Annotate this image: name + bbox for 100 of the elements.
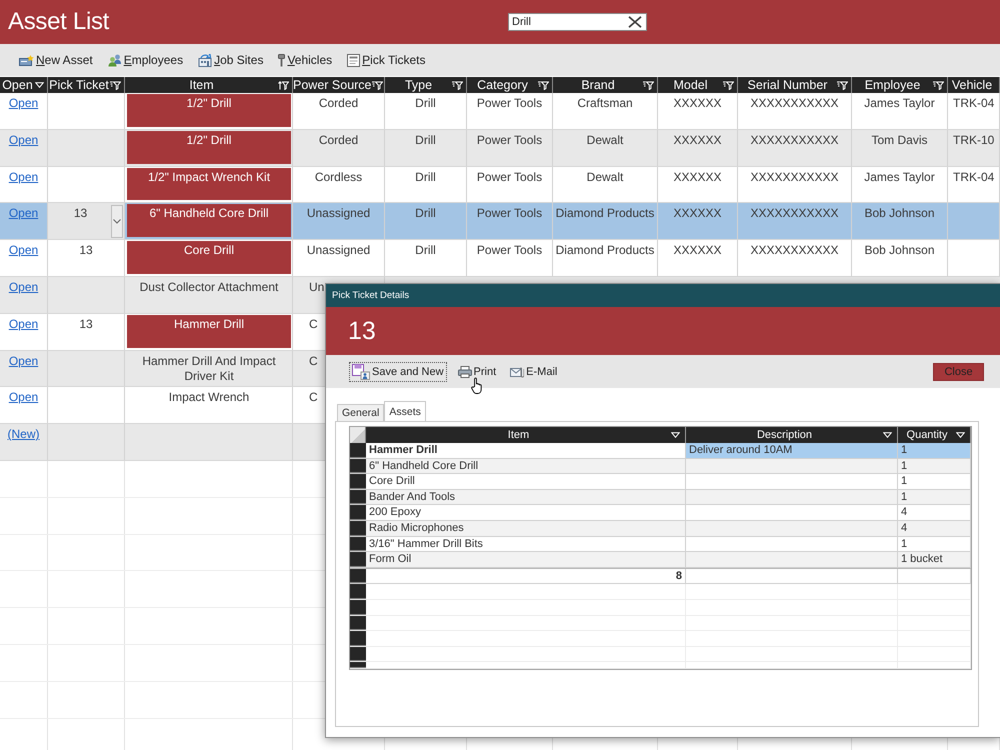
table-cell: 1 [898,490,971,504]
table-row[interactable]: Open 1/2" Drill Corded Drill Power Tools Craftsman XXXXXX XXXXXXXXXXX James Taylor TRK-04 [0,93,1000,130]
toolbar-button[interactable]: Pick Tickets [347,53,426,67]
table-row[interactable]: Open 13 6" Handheld Core Drill Unassigned Drill Power Tools Diamond Products XXXXXX XXXXXXXXXXX Bob Johnson [0,203,1000,240]
table-row[interactable]: Open 13 Core Drill Unassigned Drill Power Tools Diamond Products XXXXXX XXXXXXXXXXX Bob Johnson [0,240,1000,277]
table-cell: XXXXXXXXXXX [738,166,852,202]
item-cell: 1/2" Drill [127,94,291,127]
row-selector[interactable] [350,646,366,662]
table-cell: XXXXXX [658,130,738,166]
toolbar-button[interactable]: Vehicles [278,53,332,67]
action-button[interactable]: E-Mail [507,362,560,382]
action-button[interactable]: Print [454,362,500,382]
table-cell: Power Tools [467,240,553,276]
table-cell: Bob Johnson [852,203,948,240]
action-button[interactable]: Save and New [349,362,447,382]
grid-row[interactable]: Bander And Tools 1 [350,490,971,506]
table-cell: 1 [898,458,971,474]
floppy-disk-icon [352,364,370,380]
table-cell: 1 [898,474,971,489]
table-cell: XXXXXXXXXXX [738,130,852,166]
table-cell: TRK-10 [948,130,1000,166]
toolbar-button[interactable]: Job Sites [198,53,264,67]
table-cell: XXXXXXXXXXX [738,203,852,240]
table-cell: Drill [385,93,467,129]
item-cell: 1/2" Drill [127,130,291,164]
table-cell: 6" Handheld Core Drill [366,458,686,474]
toolbar-button[interactable]: Employees [108,53,184,67]
item-cell-text: Dust Collector Attachment [138,278,280,296]
building-icon [198,54,212,66]
table-cell: Dewalt [553,166,658,202]
dropdown-button[interactable] [111,205,123,238]
table-cell: Power Tools [467,130,553,166]
tab[interactable]: Assets [384,401,426,421]
people-icon [108,54,122,66]
grid-row[interactable]: Hammer Drill Deliver around 10AM 1 [350,443,971,459]
grid-row[interactable]: Form Oil 1 bucket [350,552,971,568]
select-all-corner[interactable] [350,427,366,443]
table-cell: Corded [293,93,385,129]
table-cell: XXXXXX [658,166,738,202]
record-link[interactable]: Open [8,390,38,404]
record-heading: 13 [348,316,376,346]
grid-row[interactable]: 3/16" Hammer Drill Bits 1 [350,536,971,552]
row-selector[interactable] [350,600,366,615]
card-icon [19,54,34,66]
table-cell: Cordless [293,166,385,202]
page-title: Asset List [8,8,110,36]
table-cell: Diamond Products [553,240,658,276]
table-cell: 4 [898,520,971,536]
dropdown-arrow-icon [671,432,680,438]
grid-row[interactable]: 6" Handheld Core Drill 1 [350,458,971,474]
search-field[interactable]: Drill [508,13,647,31]
table-row[interactable]: Open 1/2" Impact Wrench Kit Cordless Drill Power Tools Dewalt XXXXXX XXXXXXXXXXX James Taylor TRK-04 [0,166,1000,204]
table-cell: Form Oil [366,552,686,567]
table-cell: C [309,316,318,331]
table-cell: XXXXXX [658,203,738,240]
table-cell: Power Tools [467,203,553,240]
table-cell: 4 [898,505,971,520]
row-selector[interactable] [350,536,366,552]
table-cell: Unassigned [293,240,385,276]
record-link[interactable]: Open [8,354,38,368]
table-cell: XXXXXXXXXXX [738,240,852,276]
record-link[interactable]: Open [8,132,38,147]
dropdown-arrow-icon [883,432,892,438]
grid-row[interactable]: Core Drill 1 [350,474,971,490]
table-cell: Tom Davis [852,130,948,166]
table-cell: Bob Johnson [852,240,948,276]
row-selector[interactable] [350,520,366,536]
close-icon[interactable] [628,16,642,28]
grid-row[interactable]: Radio Microphones 4 [350,520,971,537]
row-selector[interactable] [350,458,366,474]
pin-icon [278,54,286,66]
grid-row[interactable]: 200 Epoxy 4 [350,505,971,521]
record-link[interactable]: (New) [8,427,40,442]
table-cell: Drill [385,130,467,166]
dialog-title: Pick Ticket Details [332,290,410,301]
record-link[interactable]: Open [8,170,38,184]
tab[interactable]: General [337,404,384,421]
record-link[interactable]: Open [8,280,38,294]
table-cell: Bander And Tools [366,490,686,504]
table-cell: TRK-04 [948,93,1000,129]
row-selector[interactable] [350,490,366,504]
table-cell: Dewalt [553,130,658,166]
table-cell: 1 bucket [898,552,971,567]
dropdown-arrow-icon [956,432,965,438]
record-link[interactable]: Open [8,96,38,110]
toolbar-button[interactable]: New Asset [19,53,93,67]
table-row[interactable]: Open 1/2" Drill Corded Drill Power Tools Dewalt XXXXXX XXXXXXXXXXX Tom Davis TRK-10 [0,130,1000,167]
item-cell: 1/2" Impact Wrench Kit [127,168,291,200]
record-link[interactable]: Open [8,316,38,331]
pick-ticket-combo[interactable]: 13 [48,203,125,240]
table-cell: 3/16" Hammer Drill Bits [366,536,686,552]
document-icon [347,54,360,66]
table-cell: 13 [48,240,125,276]
row-selector[interactable] [350,568,366,584]
table-cell: Un [309,280,324,294]
record-link[interactable]: Open [8,243,38,258]
table-cell: C [309,390,318,404]
table-cell: 200 Epoxy [366,505,686,520]
table-cell: XXXXXX [658,240,738,276]
row-selector[interactable] [350,616,366,630]
